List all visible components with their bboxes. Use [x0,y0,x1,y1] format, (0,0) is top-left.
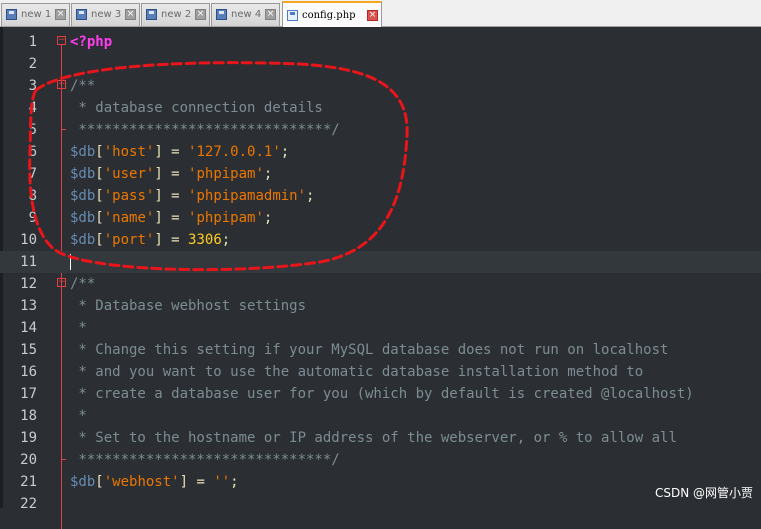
watermark: CSDN @网管小贾 [654,486,753,500]
highlight-annotation [28,61,409,272]
red-dashed-circle [28,61,409,272]
